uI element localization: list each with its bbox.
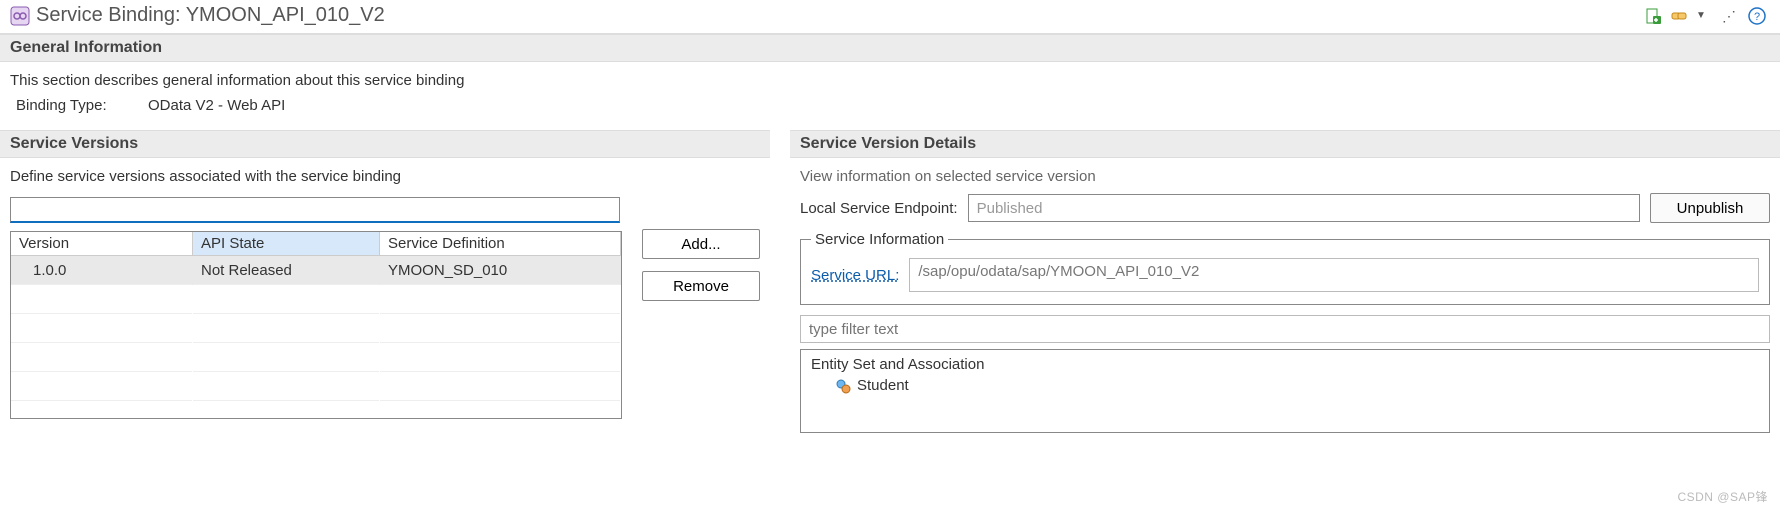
dropdown-arrow-icon[interactable]: ▼ [1696, 7, 1714, 25]
table-row[interactable]: 1.0.0 Not Released YMOON_SD_010 [11, 256, 621, 285]
add-button[interactable]: Add... [642, 229, 760, 259]
cell-service-def: YMOON_SD_010 [380, 256, 621, 285]
binding-type-label: Binding Type: [16, 97, 136, 114]
service-url-link[interactable]: Service URL: [811, 267, 899, 284]
col-version[interactable]: Version [11, 232, 193, 256]
entity-label: Student [857, 377, 909, 394]
service-info-group: Service Information Service URL: /sap/op… [800, 231, 1770, 305]
endpoint-label: Local Service Endpoint: [800, 200, 958, 217]
entity-root[interactable]: Entity Set and Association [811, 356, 1759, 373]
entity-icon [835, 378, 851, 394]
section-header-versions: Service Versions [0, 130, 770, 158]
help-icon[interactable]: ? [1748, 7, 1766, 25]
page-title: Service Binding: YMOON_API_010_V2 [36, 4, 385, 27]
entity-filter-input[interactable] [800, 315, 1770, 343]
cell-version: 1.0.0 [11, 256, 193, 285]
service-url-value[interactable]: /sap/opu/odata/sap/YMOON_API_010_V2 [909, 258, 1759, 292]
versions-filter-input[interactable] [10, 197, 620, 223]
details-description: View information on selected service ver… [800, 168, 1770, 185]
unpublish-button[interactable]: Unpublish [1650, 193, 1770, 223]
title-bar: Service Binding: YMOON_API_010_V2 ▼ ⋰ ? [0, 0, 1780, 34]
endpoint-value [968, 194, 1640, 222]
service-info-legend: Service Information [811, 231, 948, 248]
section-general: This section describes general informati… [0, 62, 1780, 130]
service-binding-icon [10, 6, 30, 26]
entity-item[interactable]: Student [835, 377, 1759, 394]
col-api-state[interactable]: API State [193, 232, 380, 256]
section-header-details: Service Version Details [790, 130, 1780, 158]
versions-description: Define service versions associated with … [10, 168, 760, 185]
remove-button[interactable]: Remove [642, 271, 760, 301]
watermark: CSDN @SAP锋 [1677, 488, 1768, 505]
col-service-def[interactable]: Service Definition [380, 232, 621, 256]
new-file-icon[interactable] [1644, 7, 1662, 25]
entity-tree[interactable]: Entity Set and Association Student [800, 349, 1770, 433]
general-description: This section describes general informati… [10, 72, 1770, 89]
dots-icon[interactable]: ⋰ [1722, 7, 1740, 25]
link-icon[interactable] [1670, 7, 1688, 25]
versions-table[interactable]: Version API State Service Definition 1.0… [10, 231, 622, 419]
section-header-general: General Information [0, 34, 1780, 62]
svg-text:?: ? [1754, 11, 1760, 23]
binding-type-value: OData V2 - Web API [148, 97, 285, 114]
cell-api-state: Not Released [193, 256, 380, 285]
